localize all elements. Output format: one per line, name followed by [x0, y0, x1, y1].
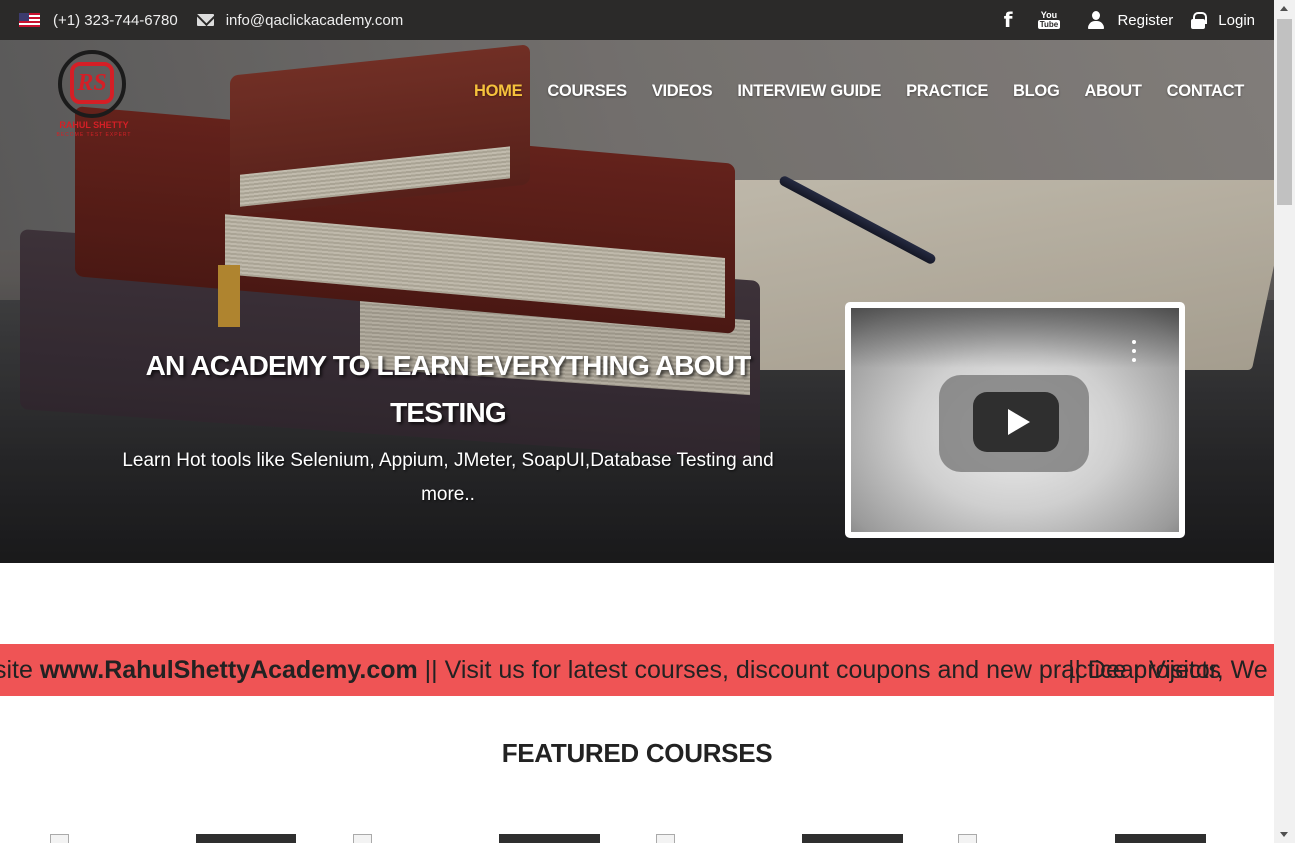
us-flag-icon[interactable]	[19, 13, 40, 27]
scroll-down-icon[interactable]	[1280, 832, 1288, 837]
youtube-icon[interactable]: You Tube	[1037, 9, 1061, 31]
nav-practice[interactable]: PRACTICE	[906, 82, 988, 101]
nav-blog[interactable]: BLOG	[1013, 82, 1060, 101]
login-link[interactable]: Login	[1218, 12, 1255, 29]
user-icon[interactable]	[1087, 11, 1105, 29]
nav-courses[interactable]: COURSES	[547, 82, 627, 101]
course-label-bar	[499, 834, 600, 843]
course-image[interactable]	[50, 834, 69, 843]
contact-info: (+1) 323-744-6780 info@qaclickacademy.co…	[19, 0, 403, 40]
marquee-next: || Dear Visitor, We	[1068, 656, 1268, 684]
top-bar: (+1) 323-744-6780 info@qaclickacademy.co…	[0, 0, 1274, 40]
hero-subtitle: Learn Hot tools like Selenium, Appium, J…	[122, 450, 774, 505]
phone-number: (+1) 323-744-6780	[53, 11, 178, 29]
featured-courses-heading: FEATURED COURSES	[501, 738, 773, 768]
course-label-bar	[802, 834, 903, 843]
video-embed[interactable]	[845, 302, 1185, 538]
course-image[interactable]	[958, 834, 977, 843]
scroll-up-icon[interactable]	[1280, 6, 1288, 11]
email-address[interactable]: info@qaclickacademy.com	[226, 12, 404, 29]
register-link[interactable]: Register	[1117, 12, 1173, 29]
course-card[interactable]	[50, 834, 296, 843]
course-label-bar	[196, 834, 296, 843]
nav-about[interactable]: ABOUT	[1085, 82, 1142, 101]
site-logo[interactable]: RS RAHUL SHETTY BECOME TEST EXPERT	[48, 50, 140, 142]
nav-contact[interactable]: CONTACT	[1167, 82, 1245, 101]
nav-videos[interactable]: VIDEOS	[652, 82, 713, 101]
page-scrollbar[interactable]	[1274, 0, 1295, 843]
more-vert-icon[interactable]	[1131, 340, 1137, 362]
course-card[interactable]	[353, 834, 600, 843]
envelope-icon	[196, 14, 214, 26]
facebook-icon[interactable]: f	[1004, 10, 1013, 30]
play-icon[interactable]	[973, 392, 1059, 452]
main-nav: HOME COURSES VIDEOS INTERVIEW GUIDE PRAC…	[474, 82, 1244, 101]
course-label-bar	[1115, 834, 1206, 843]
course-image[interactable]	[353, 834, 372, 843]
scroll-thumb[interactable]	[1277, 19, 1292, 205]
hero-title: AN ACADEMY TO LEARN EVERYTHING ABOUT TES…	[145, 350, 752, 428]
nav-home[interactable]: HOME	[474, 82, 523, 101]
course-image[interactable]	[656, 834, 675, 843]
marquee-site-link[interactable]: www.RahulShettyAcademy.com	[40, 656, 418, 684]
course-card[interactable]	[656, 834, 903, 843]
nav-interview-guide[interactable]: INTERVIEW GUIDE	[737, 82, 881, 101]
lock-icon[interactable]	[1191, 11, 1208, 29]
course-card[interactable]	[958, 834, 1206, 843]
video-screen[interactable]	[851, 308, 1179, 532]
account-links: f You Tube Register Login	[1004, 0, 1255, 40]
announcement-marquee: site www.RahulShettyAcademy.com || Visit…	[0, 644, 1274, 696]
